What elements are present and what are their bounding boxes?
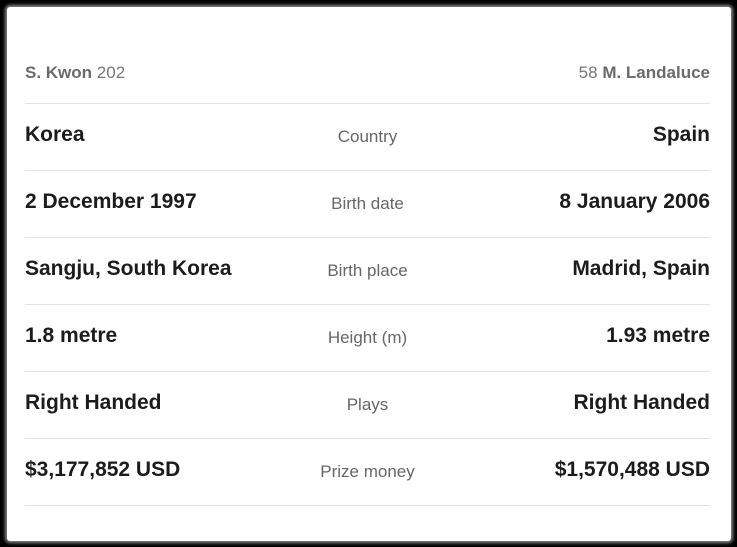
player-comparison-card: S. Kwon 202 58 M. Landaluce Korea Countr… [7,7,731,541]
left-player-rank: 202 [96,63,126,82]
left-player-name[interactable]: S. Kwon [25,63,92,82]
right-birth-date-value: 8 January 2006 [559,190,710,213]
country-label: Country [337,127,398,146]
right-player-name[interactable]: M. Landaluce [602,63,710,82]
right-player[interactable]: 58 M. Landaluce [579,63,710,83]
row-birth-place: Sangju, South Korea Birth place Madrid, … [25,238,710,305]
right-height-value: 1.93 metre [606,324,710,347]
row-country: Korea Country Spain [25,104,710,171]
right-prize-money-value: $1,570,488 USD [554,458,710,481]
players-header: S. Kwon 202 58 M. Landaluce [25,47,710,104]
right-country-value: Spain [652,123,710,146]
right-player-rank: 58 [578,63,598,82]
right-birth-place-value: Madrid, Spain [572,257,710,280]
left-player[interactable]: S. Kwon 202 [25,63,125,83]
row-height: 1.8 metre Height (m) 1.93 metre [25,305,710,372]
row-plays: Right Handed Plays Right Handed [25,372,710,439]
row-prize-money: $3,177,852 USD Prize money $1,570,488 US… [25,439,710,506]
row-birth-date: 2 December 1997 Birth date 8 January 200… [25,171,710,238]
right-plays-value: Right Handed [573,391,711,414]
